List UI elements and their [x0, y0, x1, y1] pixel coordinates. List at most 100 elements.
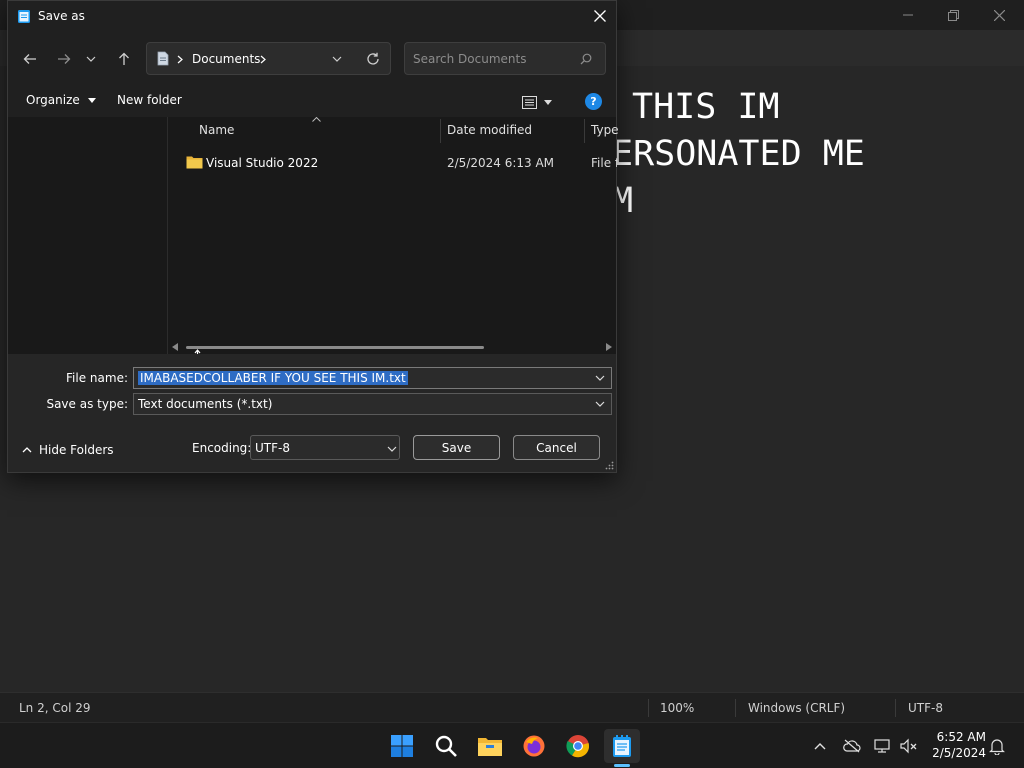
new-folder-button[interactable]: New folder [117, 93, 182, 107]
notifications-button[interactable] [986, 735, 1008, 757]
chevron-down-icon [332, 56, 342, 62]
status-divider [648, 699, 649, 717]
encoding-label: Encoding: [192, 441, 252, 455]
file-list[interactable]: Name Date modified Type Visual Studio 20… [167, 117, 619, 369]
editor-text: THIS IM ERSONATED ME M [612, 84, 865, 225]
file-type: File fo [591, 156, 617, 170]
back-button[interactable] [16, 45, 44, 73]
up-button[interactable] [110, 45, 138, 73]
show-hidden-icons-button[interactable] [809, 735, 831, 757]
save-as-type-label: Save as type: [46, 397, 128, 411]
editor-line: THIS IM [632, 87, 780, 127]
address-history-button[interactable] [329, 52, 345, 66]
chevron-up-icon [814, 743, 826, 750]
line-ending: Windows (CRLF) [748, 701, 846, 715]
scroll-left-icon[interactable] [172, 343, 178, 351]
new-folder-label: New folder [117, 93, 182, 107]
status-bar: Ln 2, Col 29 100% Windows (CRLF) UTF-8 [0, 692, 1024, 722]
breadcrumb-documents[interactable]: Documents [192, 52, 260, 66]
organize-label: Organize [26, 93, 80, 107]
file-name-dropdown-button[interactable] [593, 371, 607, 385]
notepad-icon [18, 10, 30, 23]
chevron-down-icon [387, 446, 397, 452]
close-window-button[interactable] [976, 0, 1022, 30]
dialog-close-button[interactable] [588, 5, 612, 27]
details-view-icon [522, 95, 537, 109]
column-header-date-modified[interactable]: Date modified [447, 123, 532, 137]
column-header-type[interactable]: Type [591, 123, 619, 137]
clock-date: 2/5/2024 [932, 746, 986, 760]
column-divider[interactable] [584, 119, 585, 143]
navigation-pane[interactable] [8, 117, 167, 354]
cloud-offline-icon [843, 739, 861, 753]
chrome-button[interactable] [560, 729, 596, 763]
search-input[interactable]: Search Documents [413, 52, 526, 66]
refresh-button[interactable] [363, 50, 383, 68]
address-bar[interactable]: Documents [146, 42, 391, 75]
restore-button[interactable] [930, 0, 976, 30]
clock[interactable]: 6:52 AM 2/5/2024 [928, 729, 986, 761]
editor-line: M [612, 181, 634, 221]
start-icon [391, 735, 413, 757]
resize-grip-icon[interactable] [605, 461, 614, 470]
file-name-label: File name: [66, 371, 128, 385]
search-icon [580, 53, 592, 65]
status-divider [895, 699, 896, 717]
file-explorer-icon [478, 738, 502, 756]
file-date-modified: 2/5/2024 6:13 AM [447, 156, 555, 170]
file-name-field[interactable]: IMABASEDCOLLABER IF YOU SEE THIS IM.txt [133, 367, 612, 389]
save-button[interactable]: Save [413, 435, 500, 460]
help-icon: ? [590, 95, 597, 108]
file-name: Visual Studio 2022 [206, 156, 319, 170]
minimize-button[interactable] [885, 0, 931, 30]
hide-folders-label: Hide Folders [39, 443, 114, 457]
help-button[interactable]: ? [585, 93, 602, 110]
save-as-type-select[interactable]: Text documents (*.txt) [133, 393, 612, 415]
document-icon [157, 51, 169, 66]
save-as-type-dropdown-button[interactable] [593, 397, 607, 411]
sort-ascending-icon [312, 117, 321, 122]
change-view-button[interactable] [522, 94, 558, 110]
clock-time: 6:52 AM [936, 730, 986, 744]
taskbar-search-button[interactable] [428, 729, 464, 763]
cancel-button[interactable]: Cancel [513, 435, 600, 460]
scrollbar-thumb[interactable] [186, 346, 484, 349]
organize-button[interactable]: Organize [26, 93, 96, 107]
arrow-right-icon [58, 54, 71, 64]
restore-icon [947, 9, 959, 21]
network-icon [874, 739, 890, 753]
volume-muted-icon [900, 738, 917, 754]
onedrive-tray-button[interactable] [841, 735, 863, 757]
notepad-icon [613, 735, 631, 757]
file-row[interactable]: Visual Studio 2022 2/5/2024 6:13 AM File… [182, 153, 617, 173]
firefox-icon [523, 735, 545, 757]
notepad-taskbar-button[interactable] [604, 729, 640, 763]
network-tray-button[interactable] [872, 735, 894, 757]
close-icon [993, 9, 1005, 21]
search-icon [435, 735, 457, 757]
column-divider[interactable] [440, 119, 441, 143]
bell-icon [989, 738, 1005, 755]
column-header-name[interactable]: Name [199, 123, 234, 137]
file-explorer-button[interactable] [472, 729, 508, 763]
chevron-up-icon [22, 447, 32, 453]
horizontal-scrollbar[interactable] [168, 341, 617, 353]
forward-button[interactable] [50, 45, 78, 73]
chevron-right-icon [260, 55, 266, 64]
search-box[interactable]: Search Documents [404, 42, 606, 75]
cursor-position: Ln 2, Col 29 [19, 701, 91, 715]
volume-tray-button[interactable] [898, 735, 920, 757]
hide-folders-button[interactable]: Hide Folders [22, 443, 114, 457]
file-name-input[interactable]: IMABASEDCOLLABER IF YOU SEE THIS IM.txt [138, 371, 408, 385]
encoding-select[interactable]: UTF-8 [250, 435, 400, 460]
scroll-right-icon[interactable] [606, 343, 612, 351]
refresh-icon [367, 52, 379, 65]
zoom-level: 100% [660, 701, 695, 715]
recent-locations-button[interactable] [81, 45, 101, 73]
firefox-button[interactable] [516, 729, 552, 763]
save-as-type-value: Text documents (*.txt) [138, 397, 273, 411]
editor-line: ERSONATED ME [612, 134, 865, 174]
chevron-right-icon [177, 55, 183, 64]
start-button[interactable] [384, 729, 420, 763]
taskbar: 6:52 AM 2/5/2024 [0, 722, 1024, 768]
